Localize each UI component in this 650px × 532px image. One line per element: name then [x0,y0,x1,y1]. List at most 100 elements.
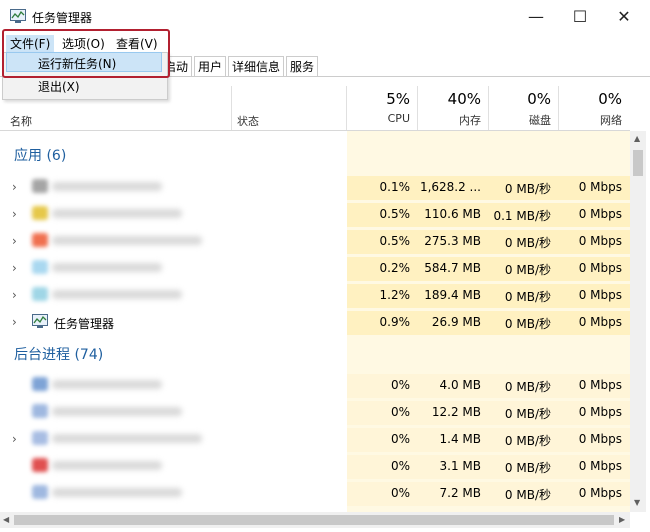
expand-chevron-icon[interactable]: › [12,315,17,329]
expand-chevron-icon[interactable]: › [12,432,17,446]
disk-cell: 0 MB/秒 [504,290,551,304]
redacted-process-name [52,488,182,497]
cpu-cell: 0.1% [379,180,411,194]
expand-chevron-icon[interactable]: › [12,234,17,248]
menu-view[interactable]: 查看(V) [112,35,162,52]
disk-cell: 0 MB/秒 [504,380,551,394]
exit-item[interactable]: 退出(X) [38,78,80,95]
minimize-button[interactable]: — [514,0,558,32]
app-icon [32,458,48,472]
network-cell: 0 Mbps [578,288,622,302]
redacted-process-name [52,380,162,389]
disk-cell: 0 MB/秒 [504,317,551,331]
memory-cell: 189.4 MB [424,288,481,302]
memory-cell: 110.6 MB [424,207,481,221]
tab-details[interactable]: 详细信息 [228,56,285,76]
network-cell: 0 Mbps [578,261,622,275]
menu-file[interactable]: 文件(F) [6,35,55,52]
task-manager-icon [32,314,48,328]
scroll-left-icon[interactable]: ◀ [3,515,9,524]
disk-cell: 0 MB/秒 [504,434,551,448]
task-manager-icon [10,9,26,23]
app-icon [32,179,48,193]
app-icon [32,485,48,499]
cpu-cell: 0.5% [379,207,411,221]
redacted-process-name [52,407,182,416]
cpu-cell: 0.2% [379,261,411,275]
app-icon [32,233,48,247]
network-total: 0% [598,90,622,108]
vertical-scrollbar[interactable] [630,131,646,512]
redacted-process-name [52,209,182,218]
group-apps[interactable]: 应用 (6) [14,145,66,165]
menu-options[interactable]: 选项(O) [58,35,109,52]
column-header-network[interactable]: 网络 [558,112,622,128]
network-cell: 0 Mbps [578,405,622,419]
tab-users[interactable]: 用户 [194,56,227,76]
network-cell: 0 Mbps [578,180,622,194]
column-header-memory[interactable]: 内存 [417,112,481,128]
cpu-cell: 0% [390,459,410,473]
redacted-process-name [52,461,162,470]
disk-total: 0% [527,90,551,108]
app-icon [32,287,48,301]
close-button[interactable]: ✕ [602,0,646,32]
cpu-cell: 1.2% [379,288,411,302]
column-header-cpu[interactable]: CPU [347,112,410,125]
network-cell: 0 Mbps [578,432,622,446]
scroll-right-icon[interactable]: ▶ [619,515,625,524]
network-cell: 0 Mbps [578,486,622,500]
disk-cell: 0 MB/秒 [504,263,551,277]
group-background[interactable]: 后台进程 (74) [14,344,103,364]
network-cell: 0 Mbps [578,378,622,392]
memory-cell: 12.2 MB [431,405,481,419]
disk-cell: 0 MB/秒 [504,461,551,475]
memory-total: 40% [447,90,481,108]
expand-chevron-icon[interactable]: › [12,207,17,221]
memory-cell: 26.9 MB [431,315,481,329]
disk-cell: 0 MB/秒 [504,182,551,196]
network-cell: 0 Mbps [578,207,622,221]
redacted-process-name [52,434,202,443]
network-cell: 0 Mbps [578,459,622,473]
scroll-up-icon[interactable]: ▲ [634,134,640,143]
disk-cell: 0.1 MB/秒 [493,209,551,223]
memory-cell: 4.0 MB [439,378,481,392]
cpu-cell: 0.5% [379,234,411,248]
scroll-down-icon[interactable]: ▼ [634,498,640,507]
disk-cell: 0 MB/秒 [504,407,551,421]
col-separator [231,86,232,130]
redacted-process-name [52,263,162,272]
memory-cell: 7.2 MB [439,486,481,500]
memory-cell: 584.7 MB [424,261,481,275]
app-icon [32,206,48,220]
redacted-process-name [52,290,182,299]
vertical-scroll-thumb[interactable] [633,150,643,176]
memory-cell: 3.1 MB [439,459,481,473]
expand-chevron-icon[interactable]: › [12,261,17,275]
disk-cell: 0 MB/秒 [504,488,551,502]
column-header-name[interactable]: 名称 [10,113,32,129]
cpu-cell: 0% [390,378,410,392]
redacted-process-name [52,236,202,245]
memory-cell: 275.3 MB [424,234,481,248]
maximize-button[interactable]: ☐ [558,0,602,32]
app-icon [32,377,48,391]
app-icon [32,260,48,274]
redacted-process-name [52,182,162,191]
column-header-disk[interactable]: 磁盘 [488,112,551,128]
horizontal-scroll-thumb[interactable] [14,515,614,525]
cpu-cell: 0% [390,486,410,500]
disk-cell: 0 MB/秒 [504,236,551,250]
cpu-cell: 0.9% [379,315,411,329]
cpu-total: 5% [386,90,410,108]
process-name: 任务管理器 [54,317,115,331]
expand-chevron-icon[interactable]: › [12,180,17,194]
cpu-cell: 0% [390,405,410,419]
column-header-status[interactable]: 状态 [237,113,259,129]
network-cell: 0 Mbps [578,315,622,329]
tab-services[interactable]: 服务 [286,56,319,76]
expand-chevron-icon[interactable]: › [12,288,17,302]
cpu-cell: 0% [390,432,410,446]
run-new-task-label: 运行新任务(N) [38,57,117,71]
